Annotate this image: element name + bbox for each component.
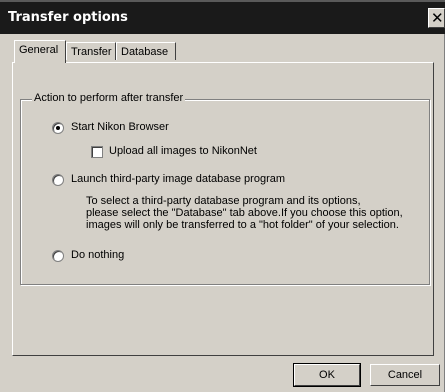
close-icon: ✕ [431,9,444,27]
third-party-description: To select a third-party database program… [86,195,416,231]
ok-button[interactable]: OK [293,363,361,387]
radio-start-nikon-browser[interactable] [52,122,64,134]
checkbox-upload-nikonnet[interactable] [91,146,103,158]
radio-selected-dot [56,126,60,130]
radio-launch-third-party[interactable] [52,174,64,186]
tab-transfer[interactable]: Transfer [66,42,116,60]
radio-do-nothing[interactable] [52,250,64,262]
window-title: Transfer options [8,10,128,25]
radio-label-start-nikon-browser[interactable]: Start Nikon Browser [71,121,169,133]
tab-general[interactable]: General [14,40,66,63]
group-title: Action to perform after transfer [32,92,186,104]
transfer-options-dialog: Transfer options ✕ General Transfer Data… [0,0,445,392]
radio-label-launch-third-party[interactable]: Launch third-party image database progra… [71,173,285,185]
description-line: To select a third-party database program… [86,195,361,207]
checkbox-label-upload-nikonnet[interactable]: Upload all images to NikonNet [109,145,257,157]
title-bar: Transfer options ✕ [0,0,445,34]
radio-label-do-nothing[interactable]: Do nothing [71,249,124,261]
close-button[interactable]: ✕ [428,8,445,28]
cancel-button[interactable]: Cancel [370,364,440,386]
description-line: images will only be transferred to a "ho… [86,219,399,231]
tab-database[interactable]: Database [116,42,176,60]
description-line: please select the "Database" tab above.I… [86,207,403,219]
